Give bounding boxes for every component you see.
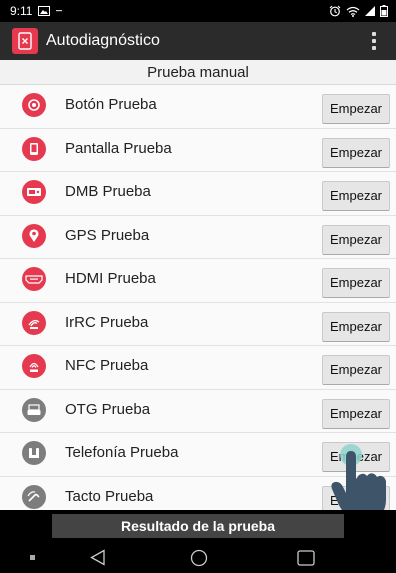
test-label: Pantalla Prueba — [65, 139, 172, 157]
list-item: NFC Prueba Empezar — [0, 346, 396, 390]
start-button[interactable]: Empezar — [322, 311, 390, 342]
start-button[interactable]: Empezar — [322, 137, 390, 168]
gps-pin-icon — [22, 223, 46, 248]
navigation-bar — [0, 542, 396, 573]
test-label: GPS Prueba — [65, 226, 150, 244]
result-bar: Resultado de la prueba — [0, 510, 396, 542]
test-label: DMB Prueba — [65, 183, 151, 200]
list-item: HDMI Prueba Empezar — [0, 259, 396, 303]
irrc-icon — [22, 310, 46, 335]
start-button[interactable]: Empezar — [322, 181, 390, 211]
start-button[interactable]: Empezar — [322, 268, 390, 298]
list-item: OTG Prueba Empezar — [0, 389, 396, 433]
nav-dot-icon — [30, 555, 35, 560]
list-item: DMB Prueba Empezar — [0, 172, 396, 216]
start-button[interactable]: Empezar — [322, 485, 390, 510]
test-label: IrRC Prueba — [65, 313, 149, 331]
list-item: Tacto Prueba Empezar — [0, 476, 396, 510]
test-label: Telefonía Prueba — [65, 444, 179, 461]
overflow-menu-icon[interactable] — [364, 28, 384, 54]
touch-icon — [22, 484, 46, 509]
battery-icon — [380, 5, 388, 17]
status-time: 9:11 — [10, 4, 33, 18]
phone-icon — [22, 441, 46, 465]
status-bar: 9:11 — [0, 0, 396, 22]
button-icon — [22, 93, 46, 117]
home-icon[interactable] — [190, 549, 208, 567]
recent-apps-icon[interactable] — [297, 550, 315, 566]
test-list[interactable]: Botón Prueba Empezar Pantalla Prueba Emp… — [0, 85, 396, 510]
screen-icon — [22, 136, 46, 161]
start-button[interactable]: Empezar — [322, 94, 390, 124]
alarm-icon — [329, 5, 341, 17]
list-item: GPS Prueba Empezar — [0, 215, 396, 259]
start-button[interactable]: Empezar — [322, 442, 390, 472]
gallery-notification-icon — [38, 6, 51, 16]
list-item: Telefonía Prueba Empezar — [0, 433, 396, 477]
test-label: HDMI Prueba — [65, 270, 156, 287]
dash-icon — [56, 10, 63, 12]
dmb-icon — [22, 180, 46, 204]
section-title: Prueba manual — [0, 60, 396, 85]
app-logo-icon — [12, 28, 38, 54]
test-label: Tacto Prueba — [65, 487, 154, 505]
test-label: OTG Prueba — [65, 400, 151, 418]
list-item: Botón Prueba Empezar — [0, 85, 396, 129]
list-item: IrRC Prueba Empezar — [0, 302, 396, 346]
hdmi-icon — [22, 267, 46, 291]
start-button[interactable]: Empezar — [322, 398, 390, 429]
otg-icon — [22, 397, 46, 422]
test-label: Botón Prueba — [65, 96, 157, 113]
wifi-icon — [346, 6, 360, 17]
back-icon[interactable] — [90, 549, 106, 566]
test-result-button[interactable]: Resultado de la prueba — [52, 514, 344, 538]
nfc-icon — [22, 354, 46, 378]
signal-icon — [365, 6, 375, 16]
app-bar: Autodiagnóstico — [0, 22, 396, 60]
start-button[interactable]: Empezar — [322, 355, 390, 385]
start-button[interactable]: Empezar — [322, 224, 390, 255]
app-title: Autodiagnóstico — [46, 32, 160, 49]
list-item: Pantalla Prueba Empezar — [0, 128, 396, 172]
test-label: NFC Prueba — [65, 357, 149, 374]
